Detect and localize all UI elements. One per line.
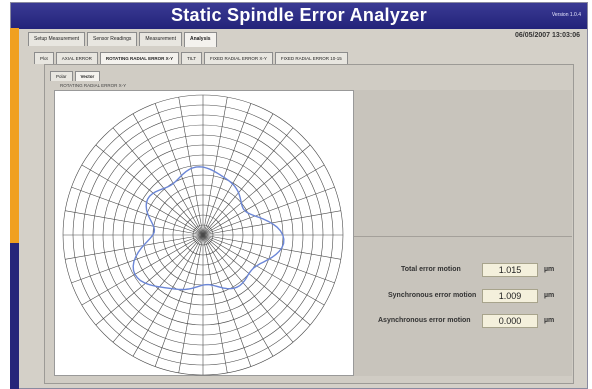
tab-plot[interactable]: Plot: [34, 52, 54, 64]
side-accent-orange: [10, 28, 19, 243]
results-area: [354, 90, 572, 376]
tab-rotating-radial-error[interactable]: ROTATING RADIAL ERROR X-Y: [99, 52, 180, 64]
results-divider: [354, 236, 572, 237]
tab-analysis[interactable]: Analysis: [183, 32, 217, 47]
graph-caption: ROTATING RADIAL ERROR X-Y: [60, 83, 127, 88]
side-accent-bar: [10, 28, 19, 389]
main-tab-bar: Setup Measurement Sensor Readings Measur…: [28, 32, 217, 47]
synchronous-error-unit: µm: [544, 292, 555, 299]
polar-plot: [54, 90, 354, 376]
asynchronous-error-value: 0.000: [482, 314, 538, 328]
synchronous-error-label: Synchronous error motion: [388, 292, 477, 299]
tab-fixed-radial-error-10-15[interactable]: FIXED RADIAL ERROR 10-15: [274, 52, 348, 64]
tab-tilt[interactable]: TILT: [181, 52, 203, 64]
total-error-value: 1.015: [482, 263, 538, 277]
tab-measurement[interactable]: Measurement: [139, 32, 182, 46]
tab-fixed-radial-error-xy[interactable]: FIXED RADIAL ERROR X-Y: [204, 52, 273, 64]
tab-sensor-readings[interactable]: Sensor Readings: [87, 32, 138, 46]
view-tab-bar: Polar Vector: [50, 71, 101, 81]
title-bar: Static Spindle Error Analyzer Version 1.…: [11, 3, 587, 29]
side-accent-navy: [10, 243, 19, 389]
analysis-sub-tab-bar: Plot AXIAL ERROR ROTATING RADIAL ERROR X…: [34, 52, 348, 64]
polar-plot-canvas: [62, 94, 344, 376]
synchronous-error-value: 1.009: [482, 289, 538, 303]
total-error-label: Total error motion: [401, 266, 461, 273]
total-error-unit: µm: [544, 266, 555, 273]
app-title: Static Spindle Error Analyzer: [170, 5, 428, 25]
tab-axial-error[interactable]: AXIAL ERROR: [55, 52, 98, 64]
app-version: Version 1.0.4: [551, 12, 581, 18]
date-time-display: 06/05/2007 13:03:06: [515, 32, 580, 39]
tab-vector[interactable]: Vector: [74, 71, 101, 81]
tab-setup-measurement[interactable]: Setup Measurement: [28, 32, 86, 46]
asynchronous-error-label: Asynchronous error motion: [378, 317, 471, 324]
asynchronous-error-unit: µm: [544, 317, 555, 324]
tab-polar[interactable]: Polar: [50, 71, 73, 81]
